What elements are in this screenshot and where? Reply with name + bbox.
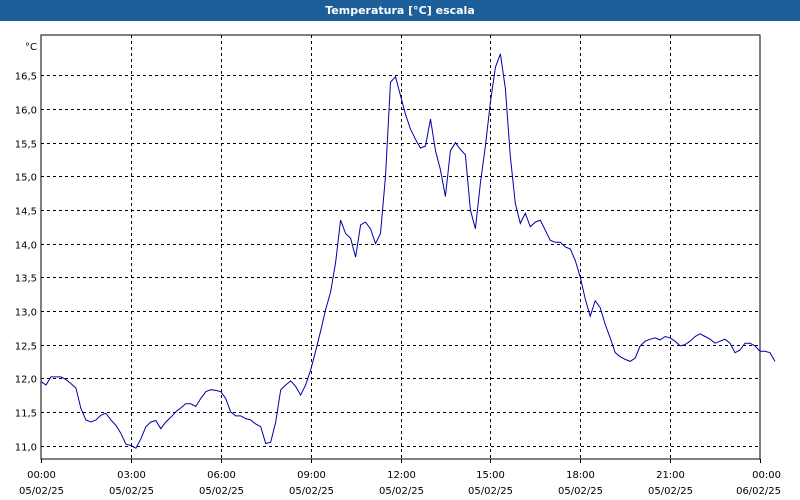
y-tick-label: 12,0	[15, 375, 37, 386]
x-tick-time-label: 03:00	[117, 470, 146, 481]
y-tick-label: 16,0	[15, 106, 37, 117]
x-tick-date-label: 05/02/25	[199, 486, 244, 497]
y-tick-label: 12,5	[15, 342, 37, 353]
x-axis: 00:00 05/02/25 03:00 05/02/25 06:00 05/02/25 0…	[19, 459, 781, 497]
plot-area	[40, 34, 761, 460]
x-tick-time-label: 15:00	[476, 470, 505, 481]
x-tick-date-label: 05/02/25	[19, 486, 64, 497]
x-tick-date-label: 05/02/25	[379, 486, 424, 497]
y-axis: 11,0 11,5 12,0 12,5 13,0 13,5 14,0 14,5 15,0 15,5…	[15, 72, 37, 454]
x-tick-time-label: 18:00	[566, 470, 595, 481]
temperature-chart: 11,0 11,5 12,0 12,5 13,0 13,5 14,0 14,5 15,0 15,5…	[15, 34, 781, 497]
y-tick-label: 13,0	[15, 308, 37, 319]
x-tick-date-label: 05/02/25	[468, 486, 513, 497]
y-tick-label: 15,0	[15, 173, 37, 184]
y-tick-label: 11,0	[15, 443, 37, 454]
y-axis-unit-label: °C	[25, 42, 37, 53]
y-tick-label: 11,5	[15, 409, 37, 420]
y-tick-label: 14,5	[15, 207, 37, 218]
grid	[41, 35, 760, 459]
y-tick-label: 13,5	[15, 274, 37, 285]
x-tick-date-label: 06/02/25	[736, 486, 781, 497]
y-tick-label: 14,0	[15, 241, 37, 252]
x-tick-time-label: 09:00	[297, 470, 326, 481]
temperature-series-line	[40, 53, 776, 449]
x-tick-time-label: 00:00	[752, 470, 781, 481]
x-tick-date-label: 05/02/25	[289, 486, 334, 497]
x-tick-time-label: 06:00	[207, 470, 236, 481]
y-tick-label: 16,5	[15, 72, 37, 83]
x-tick-date-label: 05/02/25	[109, 486, 154, 497]
y-tick-label: 15,5	[15, 140, 37, 151]
x-tick-time-label: 12:00	[387, 470, 416, 481]
x-tick-date-label: 05/02/25	[558, 486, 603, 497]
x-tick-time-label: 21:00	[656, 470, 685, 481]
x-tick-time-label: 00:00	[27, 470, 56, 481]
x-tick-date-label: 05/02/25	[648, 486, 693, 497]
